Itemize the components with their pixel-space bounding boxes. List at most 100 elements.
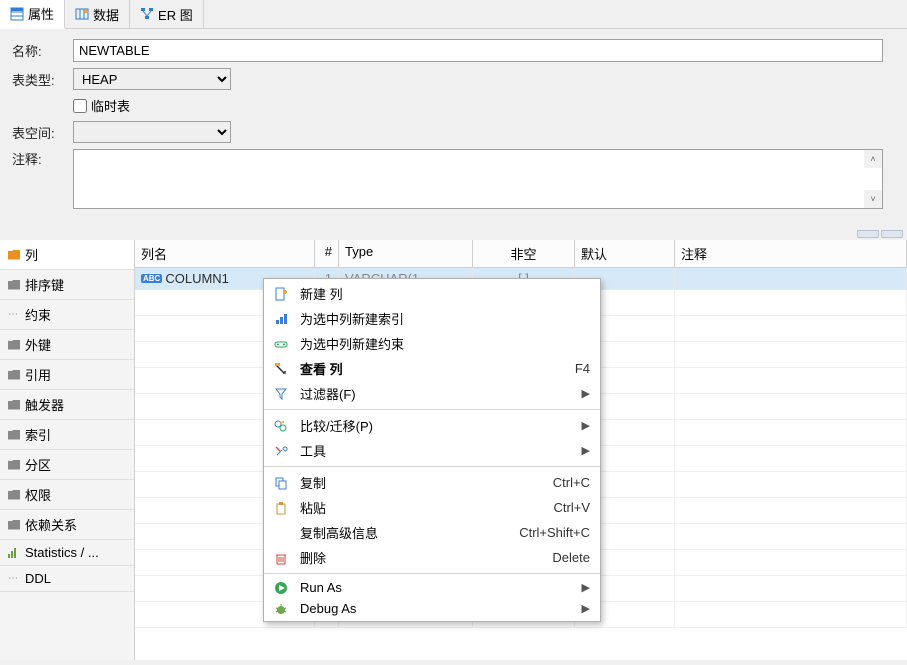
mini-toolbar-2[interactable] [881,230,903,238]
menu-item-12[interactable]: 删除 Delete [264,545,600,570]
side-icon: ⋯ [8,309,20,320]
cell-comment [675,268,907,289]
data-icon [75,7,89,21]
menu-item-3[interactable]: 查看 列 F4 [264,356,600,381]
sidebar-item-0[interactable]: 列 [0,240,134,270]
cell-colname: COLUMN1 [165,271,229,286]
label-name: 名称: [12,41,67,60]
th-num[interactable]: # [315,240,339,267]
th-colname[interactable]: 列名 [135,240,315,267]
sidebar-item-10[interactable]: Statistics / ... [0,540,134,566]
menu-label: Run As [300,580,572,595]
chevron-right-icon: ▶ [582,602,590,615]
compare-icon [272,419,290,433]
sidebar-item-6[interactable]: 索引 [0,420,134,450]
paste-icon [272,501,290,515]
menu-item-7[interactable]: 工具 ▶ [264,438,600,463]
sidebar-item-5[interactable]: 触发器 [0,390,134,420]
sidebar-item-label: 外键 [25,335,51,354]
folder-icon [8,490,20,500]
sidebar-item-label: 触发器 [25,395,64,414]
sidebar-item-7[interactable]: 分区 [0,450,134,480]
sidebar-item-label: 索引 [25,425,51,444]
view-icon [272,362,290,376]
folder-icon [8,250,20,260]
column-type-icon: ABC [141,274,162,283]
sidebar-item-label: 引用 [25,365,51,384]
menu-item-0[interactable]: 新建 列 [264,281,600,306]
sidebar-item-2[interactable]: ⋯约束 [0,300,134,330]
sidebar-item-label: 权限 [25,485,51,504]
scroll-down-button[interactable]: ˅ [864,190,882,208]
folder-icon [8,430,20,440]
tools-icon [272,444,290,458]
folder-icon [8,340,20,350]
sidebar-item-label: DDL [25,571,51,586]
scroll-up-button[interactable]: ˄ [864,150,882,168]
menu-label: Debug As [300,601,572,616]
menu-label: 复制 [300,473,543,492]
select-tablespace[interactable] [73,121,231,143]
menu-item-4[interactable]: 过滤器(F)▶ [264,381,600,406]
tab-er[interactable]: ER 图 [130,0,204,28]
menu-shortcut: Ctrl+Shift+C [519,525,590,540]
menu-shortcut: Ctrl+C [553,475,590,490]
menu-label: 查看 列 [300,359,565,378]
folder-icon [8,520,20,530]
constraint-icon [272,337,290,351]
er-icon [140,7,154,21]
folder-icon [8,280,20,290]
checkbox-temporary[interactable]: 临时表 [73,96,130,115]
menu-item-1[interactable]: 为选中列新建索引 [264,306,600,331]
input-name[interactable] [73,39,883,62]
menu-item-10[interactable]: 粘贴 Ctrl+V [264,495,600,520]
menu-item-15[interactable]: Debug As ▶ [264,598,600,619]
menu-item-14[interactable]: Run As▶ [264,577,600,598]
debug-icon [272,602,290,616]
tab-label: 属性 [28,4,54,23]
sidebar-item-9[interactable]: 依赖关系 [0,510,134,540]
menu-label: 比较/迁移(P) [300,416,572,435]
th-default[interactable]: 默认 [575,240,675,267]
textarea-comment[interactable] [73,149,883,209]
sidebar-item-label: 列 [25,245,38,264]
select-tabletype[interactable]: HEAP [73,68,231,90]
chevron-right-icon: ▶ [582,419,590,432]
side-icon: ⋯ [8,573,20,584]
menu-label: 新建 列 [300,284,590,303]
th-comment[interactable]: 注释 [675,240,907,267]
chevron-right-icon: ▶ [582,444,590,457]
menu-item-2[interactable]: 为选中列新建约束 [264,331,600,356]
menu-label: 过滤器(F) [300,384,572,403]
folder-icon [8,370,20,380]
new-icon [272,287,290,301]
menu-shortcut: Delete [552,550,590,565]
menu-item-9[interactable]: 复制 Ctrl+C [264,470,600,495]
th-type[interactable]: Type [339,240,473,267]
sidebar-item-1[interactable]: 排序键 [0,270,134,300]
menu-shortcut: F4 [575,361,590,376]
menu-label: 工具 [300,441,572,460]
menu-item-6[interactable]: 比较/迁移(P) ▶ [264,413,600,438]
menu-label: 删除 [300,548,542,567]
checkbox-temporary-label: 临时表 [91,96,130,115]
sidebar-item-4[interactable]: 引用 [0,360,134,390]
menu-label: 粘贴 [300,498,544,517]
filter-icon [272,387,290,401]
index-icon [272,312,290,326]
label-tabletype: 表类型: [12,70,67,89]
menu-item-11[interactable]: 复制高级信息Ctrl+Shift+C [264,520,600,545]
sidebar-item-11[interactable]: ⋯ DDL [0,566,134,592]
th-notnull[interactable]: 非空 [473,240,575,267]
tab-data[interactable]: 数据 [65,0,130,28]
menu-shortcut: Ctrl+V [554,500,590,515]
mini-toolbar-1[interactable] [857,230,879,238]
copy-icon [272,476,290,490]
menu-label: 为选中列新建约束 [300,334,590,353]
sidebar-item-3[interactable]: 外键 [0,330,134,360]
delete-icon [272,551,290,565]
sidebar-item-label: 依赖关系 [25,515,77,534]
sidebar-item-8[interactable]: 权限 [0,480,134,510]
tab-properties[interactable]: 属性 [0,0,65,29]
checkbox-temporary-input[interactable] [73,99,87,113]
